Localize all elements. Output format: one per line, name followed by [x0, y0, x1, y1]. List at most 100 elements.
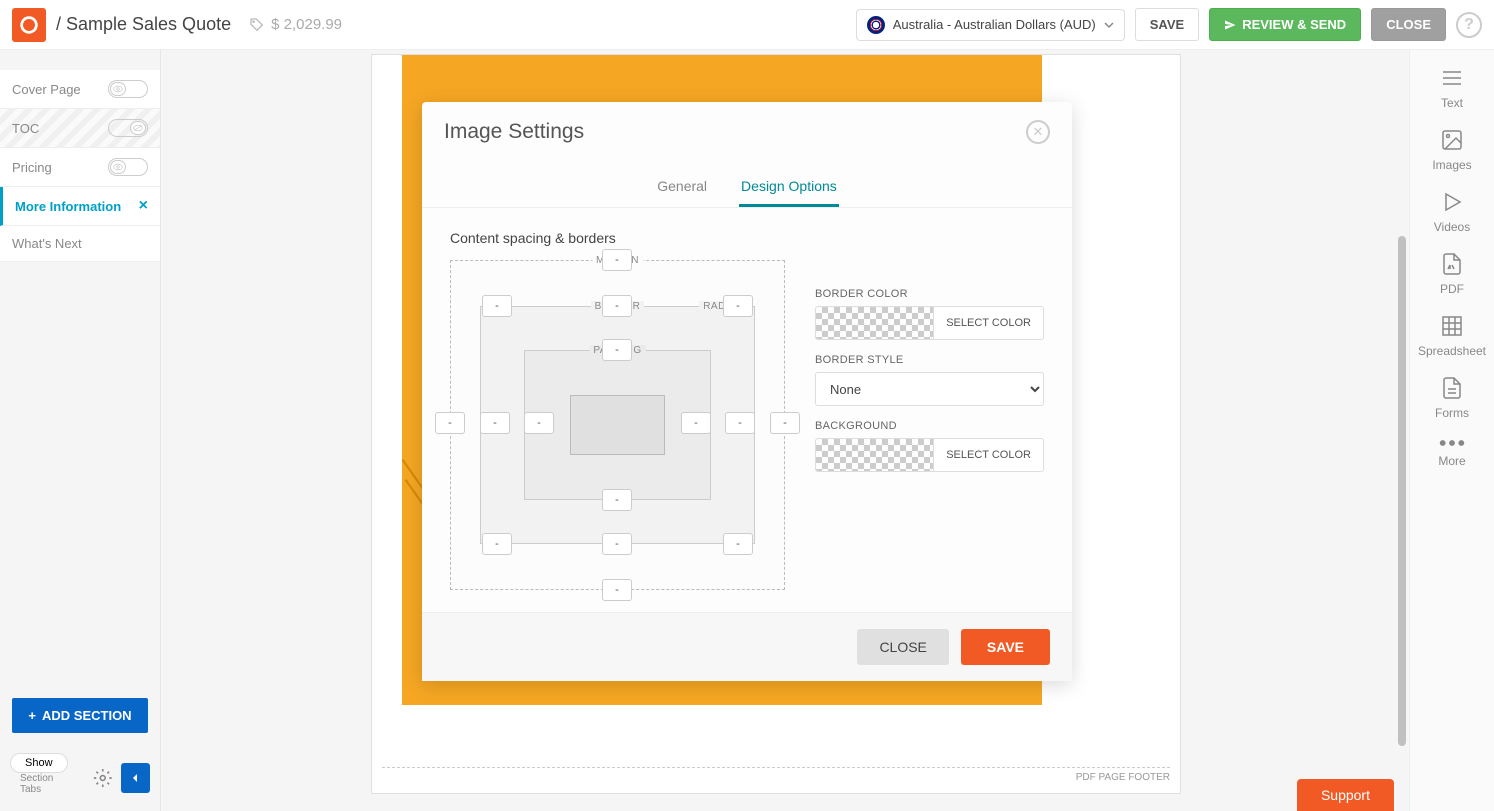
border-bottom-left-input[interactable] [482, 533, 512, 555]
tool-label: Spreadsheet [1418, 344, 1486, 358]
flag-icon [867, 16, 885, 34]
color-swatch-transparent [816, 439, 933, 471]
section-more-information[interactable]: More Information × [0, 187, 160, 226]
save-button[interactable]: SAVE [1135, 8, 1199, 41]
border-color-label: BORDER COLOR [815, 288, 1044, 300]
collapse-sidebar-button[interactable] [121, 763, 150, 793]
support-button[interactable]: Support [1297, 779, 1394, 811]
tools-sidebar: Text Images Videos PDF Spreadsheet Forms… [1409, 50, 1494, 811]
pdf-page-footer: PDF PAGE FOOTER [382, 767, 1170, 783]
padding-bottom-input[interactable] [602, 489, 632, 511]
show-tabs-toggle[interactable]: Show [10, 753, 68, 773]
price-tag[interactable]: $ 2,029.99 [249, 16, 342, 33]
forms-icon [1438, 376, 1466, 400]
border-color-picker[interactable]: SELECT COLOR [815, 306, 1044, 340]
tool-label: Images [1432, 158, 1471, 172]
gear-icon[interactable] [93, 768, 113, 788]
send-icon [1224, 19, 1236, 31]
border-top-input[interactable] [602, 295, 632, 317]
more-icon [1438, 438, 1466, 448]
scrollbar[interactable] [1398, 54, 1408, 789]
tool-text[interactable]: Text [1438, 66, 1466, 110]
margin-left-input[interactable] [435, 412, 465, 434]
padding-left-input[interactable] [524, 412, 554, 434]
tool-more[interactable]: More [1438, 438, 1466, 468]
margin-right-input[interactable] [770, 412, 800, 434]
color-swatch-transparent [816, 307, 933, 339]
tool-forms[interactable]: Forms [1435, 376, 1469, 420]
video-icon [1438, 190, 1466, 214]
tool-pdf[interactable]: PDF [1438, 252, 1466, 296]
currency-selector[interactable]: Australia - Australian Dollars (AUD) [856, 9, 1125, 41]
eye-off-icon [133, 124, 143, 132]
tool-images[interactable]: Images [1432, 128, 1471, 172]
price-value: $ 2,029.99 [271, 16, 342, 33]
eye-icon [113, 163, 123, 171]
margin-top-input[interactable] [602, 249, 632, 271]
tool-label: More [1438, 454, 1465, 468]
section-toc[interactable]: TOC [0, 109, 160, 148]
background-label: BACKGROUND [815, 420, 1044, 432]
tool-label: PDF [1440, 282, 1464, 296]
document-title[interactable]: / Sample Sales Quote [56, 14, 231, 35]
arrow-left-icon [129, 772, 141, 784]
section-label: What's Next [12, 236, 82, 251]
chevron-down-icon [1104, 20, 1114, 30]
visibility-toggle[interactable] [108, 119, 148, 137]
help-icon[interactable]: ? [1456, 12, 1482, 38]
border-right-input[interactable] [725, 412, 755, 434]
modal-save-button[interactable]: SAVE [961, 629, 1050, 665]
currency-label: Australia - Australian Dollars (AUD) [893, 17, 1096, 32]
sections-sidebar: Cover Page TOC Pricing More Information … [0, 50, 161, 811]
section-cover-page[interactable]: Cover Page [0, 70, 160, 109]
margin-bottom-input[interactable] [602, 579, 632, 601]
section-label: Cover Page [12, 82, 81, 97]
border-style-label: BORDER STYLE [815, 354, 1044, 366]
image-settings-modal: Image Settings ✕ General Design Options … [422, 102, 1072, 681]
close-button[interactable]: CLOSE [1371, 8, 1446, 41]
section-label: TOC [12, 121, 39, 136]
visibility-toggle[interactable] [108, 158, 148, 176]
review-send-button[interactable]: REVIEW & SEND [1209, 8, 1361, 41]
modal-close-button-footer[interactable]: CLOSE [857, 629, 948, 665]
tool-label: Forms [1435, 406, 1469, 420]
review-label: REVIEW & SEND [1242, 17, 1346, 32]
add-section-button[interactable]: + ADD SECTION [12, 698, 148, 733]
section-pricing[interactable]: Pricing [0, 148, 160, 187]
select-border-color-button[interactable]: SELECT COLOR [933, 307, 1043, 339]
image-icon [1438, 128, 1466, 152]
select-background-color-button[interactable]: SELECT COLOR [933, 439, 1043, 471]
section-label: Pricing [12, 160, 52, 175]
plus-icon: + [28, 708, 36, 723]
border-bottom-input[interactable] [602, 533, 632, 555]
border-top-left-input[interactable] [482, 295, 512, 317]
tab-general[interactable]: General [655, 168, 709, 207]
border-style-select[interactable]: None [815, 372, 1044, 406]
close-icon[interactable]: × [139, 197, 148, 215]
visibility-toggle[interactable] [108, 80, 148, 98]
border-left-input[interactable] [480, 412, 510, 434]
border-bottom-right-input[interactable] [723, 533, 753, 555]
add-section-label: ADD SECTION [42, 708, 132, 723]
padding-top-input[interactable] [602, 339, 632, 361]
pdf-icon [1438, 252, 1466, 276]
modal-title: Image Settings [444, 120, 584, 144]
spreadsheet-icon [1438, 314, 1466, 338]
tag-icon [249, 17, 265, 33]
background-color-picker[interactable]: SELECT COLOR [815, 438, 1044, 472]
section-label: More Information [15, 199, 121, 214]
tab-design-options[interactable]: Design Options [739, 168, 839, 207]
tool-spreadsheet[interactable]: Spreadsheet [1418, 314, 1486, 358]
padding-right-input[interactable] [681, 412, 711, 434]
border-radius-input[interactable] [723, 295, 753, 317]
content-spacing-heading: Content spacing & borders [450, 230, 1044, 246]
tool-label: Videos [1434, 220, 1470, 234]
tool-videos[interactable]: Videos [1434, 190, 1470, 234]
modal-close-button[interactable]: ✕ [1026, 120, 1050, 144]
app-header: / Sample Sales Quote $ 2,029.99 Australi… [0, 0, 1494, 50]
section-whats-next[interactable]: What's Next [0, 226, 160, 262]
tool-label: Text [1441, 96, 1463, 110]
text-icon [1438, 66, 1466, 90]
box-model-diagram: MARGIN BORDER RADIUS PADDING [450, 260, 785, 590]
app-logo[interactable] [12, 8, 46, 42]
